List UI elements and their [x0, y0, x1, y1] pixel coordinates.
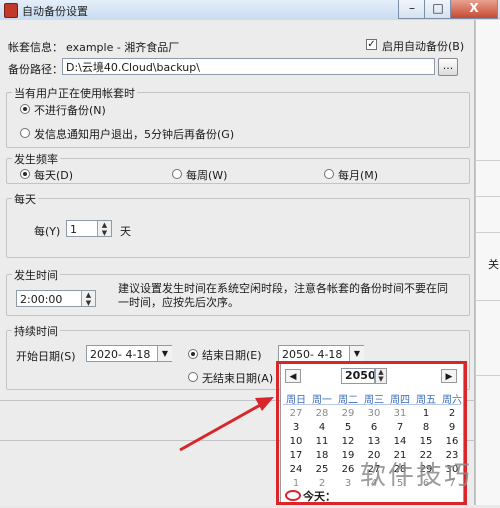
duration-group-title: 持续时间	[12, 323, 60, 339]
daily-radio[interactable]	[20, 169, 30, 179]
no-end-date-label[interactable]: 无结束日期(A)	[202, 370, 273, 386]
path-input[interactable]: D:\云境40.Cloud\backup\	[62, 58, 435, 75]
frequency-group-title: 发生频率	[12, 151, 60, 167]
strip-divider	[475, 196, 500, 197]
browse-button[interactable]: ...	[438, 58, 458, 76]
stepper-up-icon[interactable]: ▲	[98, 221, 111, 229]
strip-divider	[475, 300, 500, 301]
stepper-up-icon[interactable]: ▲	[82, 291, 95, 299]
account-value: example - 湘齐食品厂	[66, 41, 180, 54]
daily-label[interactable]: 每天(D)	[34, 167, 73, 183]
end-date-radio[interactable]	[188, 349, 198, 359]
no-backup-radio[interactable]	[20, 104, 30, 114]
every-label: 每(Y)	[34, 225, 61, 238]
strip-divider	[475, 160, 500, 161]
watermark-text: 软件技巧	[360, 461, 473, 491]
monthly-label[interactable]: 每月(M)	[338, 167, 378, 183]
auto-backup-checkbox[interactable]: ✓	[366, 39, 377, 50]
daily-group-title: 每天	[12, 191, 38, 207]
strip-divider	[475, 375, 500, 376]
in-use-group-title: 当有用户正在使用帐套时	[12, 85, 137, 101]
start-date-label: 开始日期(S)	[16, 350, 76, 363]
weekly-radio[interactable]	[172, 169, 182, 179]
time-hint: 建议设置发生时间在系统空闲时段，注意各帐套的备份时间不要在同一时间，应按先后次序…	[118, 282, 448, 309]
strip-text: 关	[488, 258, 499, 271]
time-stepper[interactable]: ▲ ▼	[81, 291, 95, 307]
frequency-group	[6, 158, 470, 184]
start-date-dropdown-icon[interactable]: ▼	[157, 346, 172, 361]
account-label: 帐套信息：	[8, 41, 63, 54]
minimize-button[interactable]: –	[398, 0, 426, 19]
notify-users-radio[interactable]	[20, 128, 30, 138]
notify-users-label[interactable]: 发信息通知用户退出，5分钟后再备份(G)	[34, 126, 234, 142]
window-title: 自动备份设置	[22, 5, 88, 18]
maximize-button[interactable]: □	[424, 0, 452, 19]
time-group-title: 发生时间	[12, 267, 60, 283]
title-bar[interactable]: 自动备份设置 – □ X	[0, 0, 500, 21]
stepper-down-icon[interactable]: ▼	[98, 229, 111, 237]
weekly-label[interactable]: 每周(W)	[186, 167, 227, 183]
stepper-down-icon[interactable]: ▼	[82, 299, 95, 307]
no-end-date-radio[interactable]	[188, 372, 198, 382]
every-days-stepper[interactable]: ▲ ▼	[97, 221, 111, 237]
path-label: 备份路径：	[8, 63, 63, 76]
days-unit-label: 天	[120, 225, 131, 238]
end-date-dropdown-icon[interactable]: ▼	[349, 346, 364, 361]
monthly-radio[interactable]	[324, 169, 334, 179]
no-backup-label[interactable]: 不进行备份(N)	[34, 102, 106, 118]
end-date-label[interactable]: 结束日期(E)	[202, 347, 262, 363]
app-icon	[4, 3, 18, 18]
auto-backup-label[interactable]: 启用自动备份(B)	[382, 38, 464, 54]
strip-divider	[475, 232, 500, 233]
close-button[interactable]: X	[450, 0, 498, 19]
